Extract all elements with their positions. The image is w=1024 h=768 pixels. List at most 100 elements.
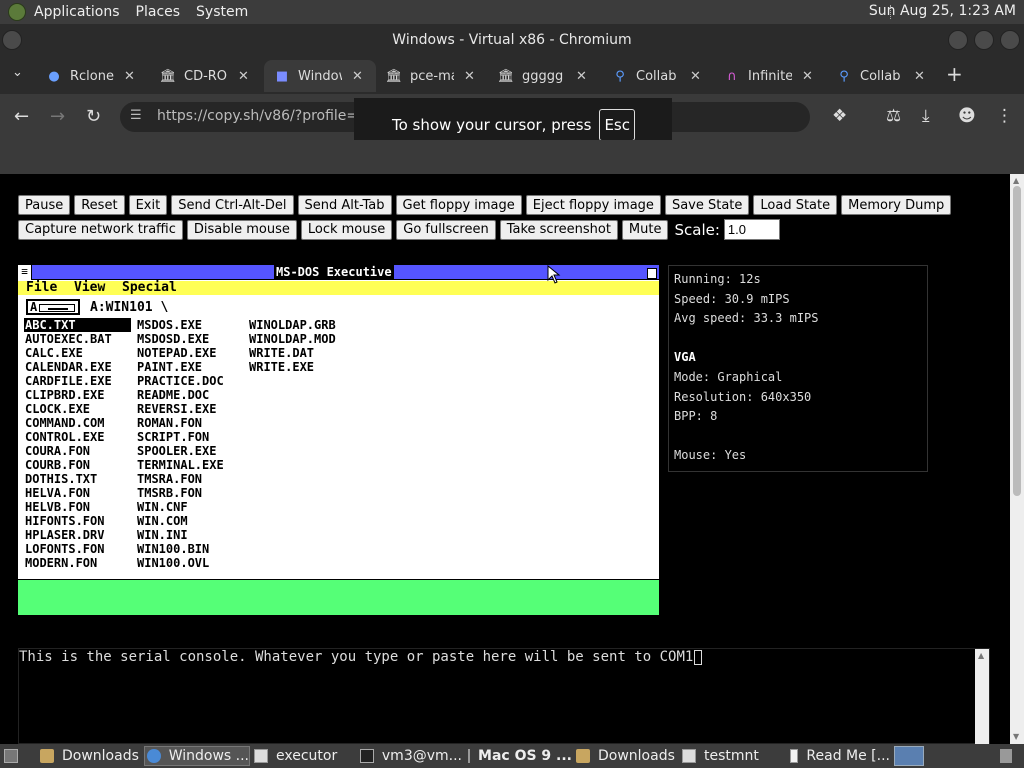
show-desktop-icon[interactable] <box>4 746 26 766</box>
panel-clock[interactable]: Sun Aug 25, 1:23 AM <box>869 3 1016 19</box>
file-item[interactable]: SPOOLER.EXE <box>136 444 243 458</box>
file-item[interactable]: ABC.TXT <box>24 318 131 332</box>
minimize-button[interactable] <box>948 30 968 50</box>
send-alt-tab-button[interactable]: Send Alt-Tab <box>297 195 392 215</box>
tab-cd-rom[interactable]: 🏛 CD-ROM ✕ <box>150 60 264 92</box>
file-item[interactable]: MSDOSD.EXE <box>136 332 243 346</box>
places-menu[interactable]: Places <box>128 4 189 20</box>
file-item[interactable]: HPLASER.DRV <box>24 528 131 542</box>
file-item[interactable]: PRACTICE.DOC <box>136 374 243 388</box>
taskbar-item-downloads-1[interactable]: Downloads <box>40 746 144 766</box>
disable-mouse-button[interactable]: Disable mouse <box>186 219 297 240</box>
system-menu-icon[interactable]: ≡ <box>18 265 32 280</box>
file-item[interactable]: WINOLDAP.GRB <box>248 318 355 332</box>
taskbar-item-mac-os-9[interactable]: Mac OS 9 ... <box>468 746 572 766</box>
taskbar-item-read-me[interactable]: Read Me [... <box>790 746 890 766</box>
close-tab-icon[interactable]: ✕ <box>576 69 587 84</box>
taskbar-item-executor[interactable]: executor <box>254 746 354 766</box>
reload-icon[interactable]: ↻ <box>86 106 101 127</box>
file-item[interactable]: README.DOC <box>136 388 243 402</box>
file-item[interactable]: COMMAND.COM <box>24 416 131 430</box>
take-screenshot-button[interactable]: Take screenshot <box>499 219 618 240</box>
file-item[interactable]: MSDOS.EXE <box>136 318 243 332</box>
close-tab-icon[interactable]: ✕ <box>464 69 475 84</box>
load-state-button[interactable]: Load State <box>753 195 838 215</box>
file-item[interactable]: HELVB.FON <box>24 500 131 514</box>
go-fullscreen-button[interactable]: Go fullscreen <box>396 219 496 240</box>
file-item[interactable]: AUTOEXEC.BAT <box>24 332 131 346</box>
capture-network-traffic-button[interactable]: Capture network traffic <box>18 219 183 240</box>
close-tab-icon[interactable]: ✕ <box>124 69 135 84</box>
mute-button[interactable]: Mute <box>621 219 669 240</box>
file-item[interactable]: TMSRB.FON <box>136 486 243 500</box>
system-menu[interactable]: System <box>188 4 256 20</box>
file-item[interactable]: SCRIPT.FON <box>136 430 243 444</box>
taskbar-item-downloads-2[interactable]: Downloads <box>576 746 680 766</box>
close-tab-icon[interactable]: ✕ <box>802 69 813 84</box>
file-item[interactable]: CLOCK.EXE <box>24 402 131 416</box>
trash-icon[interactable] <box>1000 746 1020 766</box>
labs-flask-icon[interactable]: ⚖ <box>886 106 901 126</box>
tab-windows[interactable]: ■ Windows ✕ <box>264 60 376 92</box>
tab-collab-2[interactable]: ⚲ Collab ✕ <box>826 60 938 92</box>
file-item[interactable]: WIN.INI <box>136 528 243 542</box>
forward-arrow-icon[interactable]: → <box>50 106 65 127</box>
file-item[interactable]: REVERSI.EXE <box>136 402 243 416</box>
emulator-screen[interactable]: ≡ MS-DOS Executive File View Special A A… <box>18 265 659 615</box>
workspace-switcher[interactable] <box>894 746 924 766</box>
file-item[interactable]: WIN100.BIN <box>136 542 243 556</box>
file-item[interactable]: PAINT.EXE <box>136 360 243 374</box>
profile-avatar-icon[interactable]: ☻ <box>958 106 976 126</box>
file-item[interactable]: CONTROL.EXE <box>24 430 131 444</box>
drive-a-icon[interactable]: A <box>26 299 80 315</box>
tab-rclone[interactable]: ● Rclone ✕ <box>36 60 150 92</box>
file-item[interactable]: CLIPBRD.EXE <box>24 388 131 402</box>
reset-button[interactable]: Reset <box>74 195 125 215</box>
close-tab-icon[interactable]: ✕ <box>690 69 701 84</box>
lock-mouse-button[interactable]: Lock mouse <box>300 219 393 240</box>
kebab-menu-icon[interactable]: ⋮ <box>996 106 1013 126</box>
file-item[interactable]: CARDFILE.EXE <box>24 374 131 388</box>
gnome-foot-icon[interactable] <box>8 3 26 21</box>
file-item[interactable]: TERMINAL.EXE <box>136 458 243 472</box>
file-item[interactable]: WIN.CNF <box>136 500 243 514</box>
file-item[interactable]: ROMAN.FON <box>136 416 243 430</box>
msdos-titlebar[interactable]: ≡ MS-DOS Executive <box>18 265 659 280</box>
file-item[interactable]: COURB.FON <box>24 458 131 472</box>
file-item[interactable]: NOTEPAD.EXE <box>136 346 243 360</box>
scroll-down-icon[interactable]: ▼ <box>1013 732 1019 741</box>
file-item[interactable]: WINOLDAP.MOD <box>248 332 355 346</box>
msdos-menu-file[interactable]: File <box>26 281 57 295</box>
maximize-button[interactable] <box>974 30 994 50</box>
msdos-menu-special[interactable]: Special <box>122 281 177 295</box>
tab-pce-ma[interactable]: 🏛 pce-ma ✕ <box>376 60 488 92</box>
window-menu-button[interactable] <box>2 30 22 50</box>
file-item[interactable]: WIN.COM <box>136 514 243 528</box>
tab-ggggg[interactable]: 🏛 ggggg ✕ <box>488 60 602 92</box>
scroll-thumb[interactable] <box>1013 186 1021 496</box>
serial-console[interactable]: This is the serial console. Whatever you… <box>18 648 990 745</box>
tab-infinite[interactable]: ∩ Infinite ✕ <box>714 60 826 92</box>
taskbar-item-windows[interactable]: Windows ... <box>144 746 250 766</box>
new-tab-plus-icon[interactable]: + <box>946 62 963 86</box>
msdos-menu-view[interactable]: View <box>74 281 105 295</box>
file-item[interactable]: WRITE.EXE <box>248 360 355 374</box>
save-state-button[interactable]: Save State <box>664 195 750 215</box>
get-floppy-image-button[interactable]: Get floppy image <box>395 195 522 215</box>
taskbar-item-terminal[interactable]: vm3@vm... <box>360 746 462 766</box>
applications-menu[interactable]: Applications <box>26 4 128 20</box>
close-tab-icon[interactable]: ✕ <box>352 69 363 84</box>
close-tab-icon[interactable]: ✕ <box>914 69 925 84</box>
taskbar-item-testmnt[interactable]: testmnt <box>682 746 786 766</box>
scroll-up-icon[interactable]: ▲ <box>1013 176 1019 185</box>
file-item[interactable]: COURA.FON <box>24 444 131 458</box>
download-icon[interactable]: ⤓ <box>922 106 930 126</box>
file-item[interactable]: MODERN.FON <box>24 556 131 570</box>
close-tab-icon[interactable]: ✕ <box>238 69 249 84</box>
pause-button[interactable]: Pause <box>18 195 71 215</box>
file-item[interactable]: DOTHIS.TXT <box>24 472 131 486</box>
file-item[interactable]: WRITE.DAT <box>248 346 355 360</box>
file-item[interactable]: HIFONTS.FON <box>24 514 131 528</box>
size-box-icon[interactable] <box>647 268 657 279</box>
scroll-up-icon[interactable]: ▲ <box>978 651 984 660</box>
